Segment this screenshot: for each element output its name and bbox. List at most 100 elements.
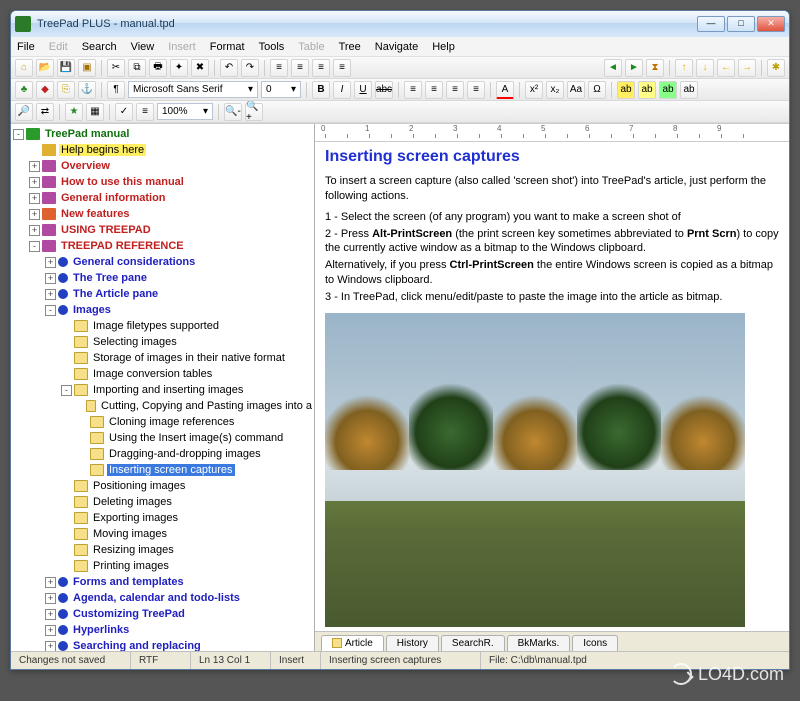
tree-item[interactable]: USING TREEPAD <box>59 224 153 236</box>
cut-icon[interactable]: ✂ <box>107 59 125 77</box>
tree-item[interactable]: Selecting images <box>91 336 179 348</box>
sub-icon[interactable]: x₂ <box>546 81 564 99</box>
hilite1-icon[interactable]: ab <box>617 81 635 99</box>
menu-search[interactable]: Search <box>82 41 117 53</box>
menu-tree[interactable]: Tree <box>339 41 361 53</box>
menu-view[interactable]: View <box>131 41 155 53</box>
home-icon[interactable]: ⌂ <box>15 59 33 77</box>
nav-back-icon[interactable]: ◄ <box>604 59 622 77</box>
print-icon[interactable]: 🖶 <box>149 59 167 77</box>
zoom-in-icon[interactable]: 🔍+ <box>245 103 263 121</box>
thesaurus-icon[interactable]: ≡ <box>136 103 154 121</box>
spell-icon[interactable]: ✓ <box>115 103 133 121</box>
tree-item[interactable]: Deleting images <box>91 496 174 508</box>
numlist-icon[interactable]: ≡ <box>333 59 351 77</box>
fontsize-combo[interactable]: 0▾ <box>261 81 301 98</box>
calendar-icon[interactable]: ▦ <box>86 103 104 121</box>
tree-item[interactable]: Customizing TreePad <box>71 608 187 620</box>
hilite3-icon[interactable]: ab <box>659 81 677 99</box>
tree-item[interactable]: Hyperlinks <box>71 624 131 636</box>
italic-button[interactable]: I <box>333 81 351 99</box>
undo-icon[interactable]: ↶ <box>220 59 238 77</box>
tree-item[interactable]: Using the Insert image(s) command <box>107 432 285 444</box>
tree-item[interactable]: Overview <box>59 160 112 172</box>
tab-search[interactable]: SearchR. <box>441 635 505 651</box>
zoom-out-icon[interactable]: 🔍- <box>224 103 242 121</box>
tree-pane[interactable]: -TreePad manual Help begins here +Overvi… <box>11 124 315 651</box>
article-body[interactable]: Inserting screen captures To insert a sc… <box>315 142 789 631</box>
tree-item[interactable]: Image conversion tables <box>91 368 214 380</box>
tree-help[interactable]: Help begins here <box>59 144 146 156</box>
tree-item[interactable]: Positioning images <box>91 480 187 492</box>
bookmark-icon[interactable]: ★ <box>65 103 83 121</box>
tree-item[interactable]: Dragging-and-dropping images <box>107 448 263 460</box>
tree-item[interactable]: How to use this manual <box>59 176 186 188</box>
link-icon[interactable]: ⎘ <box>57 81 75 99</box>
align-center-icon[interactable]: ≡ <box>425 81 443 99</box>
tree-item[interactable]: General information <box>59 192 168 204</box>
tree-icon[interactable]: ♣ <box>15 81 33 99</box>
tree-item[interactable]: Resizing images <box>91 544 176 556</box>
tree-item[interactable]: TREEPAD REFERENCE <box>59 240 186 252</box>
ruler[interactable]: /*ticks drawn below*/ 0123456789 <box>315 124 789 142</box>
outdent-icon[interactable]: ≡ <box>270 59 288 77</box>
font-combo[interactable]: Microsoft Sans Serif▾ <box>128 81 258 98</box>
paragraph-icon[interactable]: ¶ <box>107 81 125 99</box>
arrow-left-icon[interactable]: ← <box>717 59 735 77</box>
list-icon[interactable]: ≡ <box>312 59 330 77</box>
tree-item[interactable]: The Article pane <box>71 288 160 300</box>
node-icon[interactable]: ◆ <box>36 81 54 99</box>
strike-button[interactable]: abc <box>375 81 393 99</box>
tree-item[interactable]: Exporting images <box>91 512 180 524</box>
settings-icon[interactable]: ✦ <box>170 59 188 77</box>
replace-icon[interactable]: ⇄ <box>36 103 54 121</box>
tree-item[interactable]: Image filetypes supported <box>91 320 221 332</box>
align-justify-icon[interactable]: ≡ <box>467 81 485 99</box>
clear-icon[interactable]: ab <box>680 81 698 99</box>
arrow-down-icon[interactable]: ↓ <box>696 59 714 77</box>
hilite2-icon[interactable]: ab <box>638 81 656 99</box>
maximize-button[interactable]: □ <box>727 16 755 32</box>
underline-button[interactable]: U <box>354 81 372 99</box>
symbol-icon[interactable]: Ω <box>588 81 606 99</box>
tree-item[interactable]: General considerations <box>71 256 197 268</box>
tree-item[interactable]: Storage of images in their native format <box>91 352 287 364</box>
save-icon[interactable]: 💾 <box>57 59 75 77</box>
tree-item[interactable]: Searching and replacing <box>71 640 203 651</box>
tree-item[interactable]: Forms and templates <box>71 576 186 588</box>
open-icon[interactable]: 📂 <box>36 59 54 77</box>
anchor-icon[interactable]: ⚓ <box>78 81 96 99</box>
security-icon[interactable]: ✱ <box>767 59 785 77</box>
camera-icon[interactable]: ▣ <box>78 59 96 77</box>
arrow-right-icon[interactable]: → <box>738 59 756 77</box>
super-icon[interactable]: x² <box>525 81 543 99</box>
menu-navigate[interactable]: Navigate <box>375 41 418 53</box>
hourglass-icon[interactable]: ⧗ <box>646 59 664 77</box>
tab-article[interactable]: Article <box>321 635 384 651</box>
tab-history[interactable]: History <box>386 635 439 651</box>
tree-item-selected[interactable]: Inserting screen captures <box>107 464 235 476</box>
indent-icon[interactable]: ≡ <box>291 59 309 77</box>
tools-icon[interactable]: ✖ <box>191 59 209 77</box>
tree-item[interactable]: The Tree pane <box>71 272 149 284</box>
tree-item[interactable]: Printing images <box>91 560 171 572</box>
tree-item[interactable]: Cutting, Copying and Pasting images into… <box>99 400 314 412</box>
menu-tools[interactable]: Tools <box>259 41 285 53</box>
align-right-icon[interactable]: ≡ <box>446 81 464 99</box>
tree-item[interactable]: Moving images <box>91 528 169 540</box>
align-left-icon[interactable]: ≡ <box>404 81 422 99</box>
tree-item[interactable]: Importing and inserting images <box>91 384 245 396</box>
bold-button[interactable]: B <box>312 81 330 99</box>
tree-item[interactable]: Cloning image references <box>107 416 236 428</box>
tree-item[interactable]: New features <box>59 208 131 220</box>
minimize-button[interactable]: — <box>697 16 725 32</box>
tab-bookmarks[interactable]: BkMarks. <box>507 635 571 651</box>
copy-icon[interactable]: ⧉ <box>128 59 146 77</box>
expander-icon[interactable]: - <box>13 129 24 140</box>
arrow-up-icon[interactable]: ↑ <box>675 59 693 77</box>
titlebar[interactable]: TreePad PLUS - manual.tpd — □ ✕ <box>11 11 789 37</box>
menu-help[interactable]: Help <box>432 41 455 53</box>
nav-fwd-icon[interactable]: ► <box>625 59 643 77</box>
tree-root[interactable]: TreePad manual <box>43 128 131 140</box>
close-button[interactable]: ✕ <box>757 16 785 32</box>
